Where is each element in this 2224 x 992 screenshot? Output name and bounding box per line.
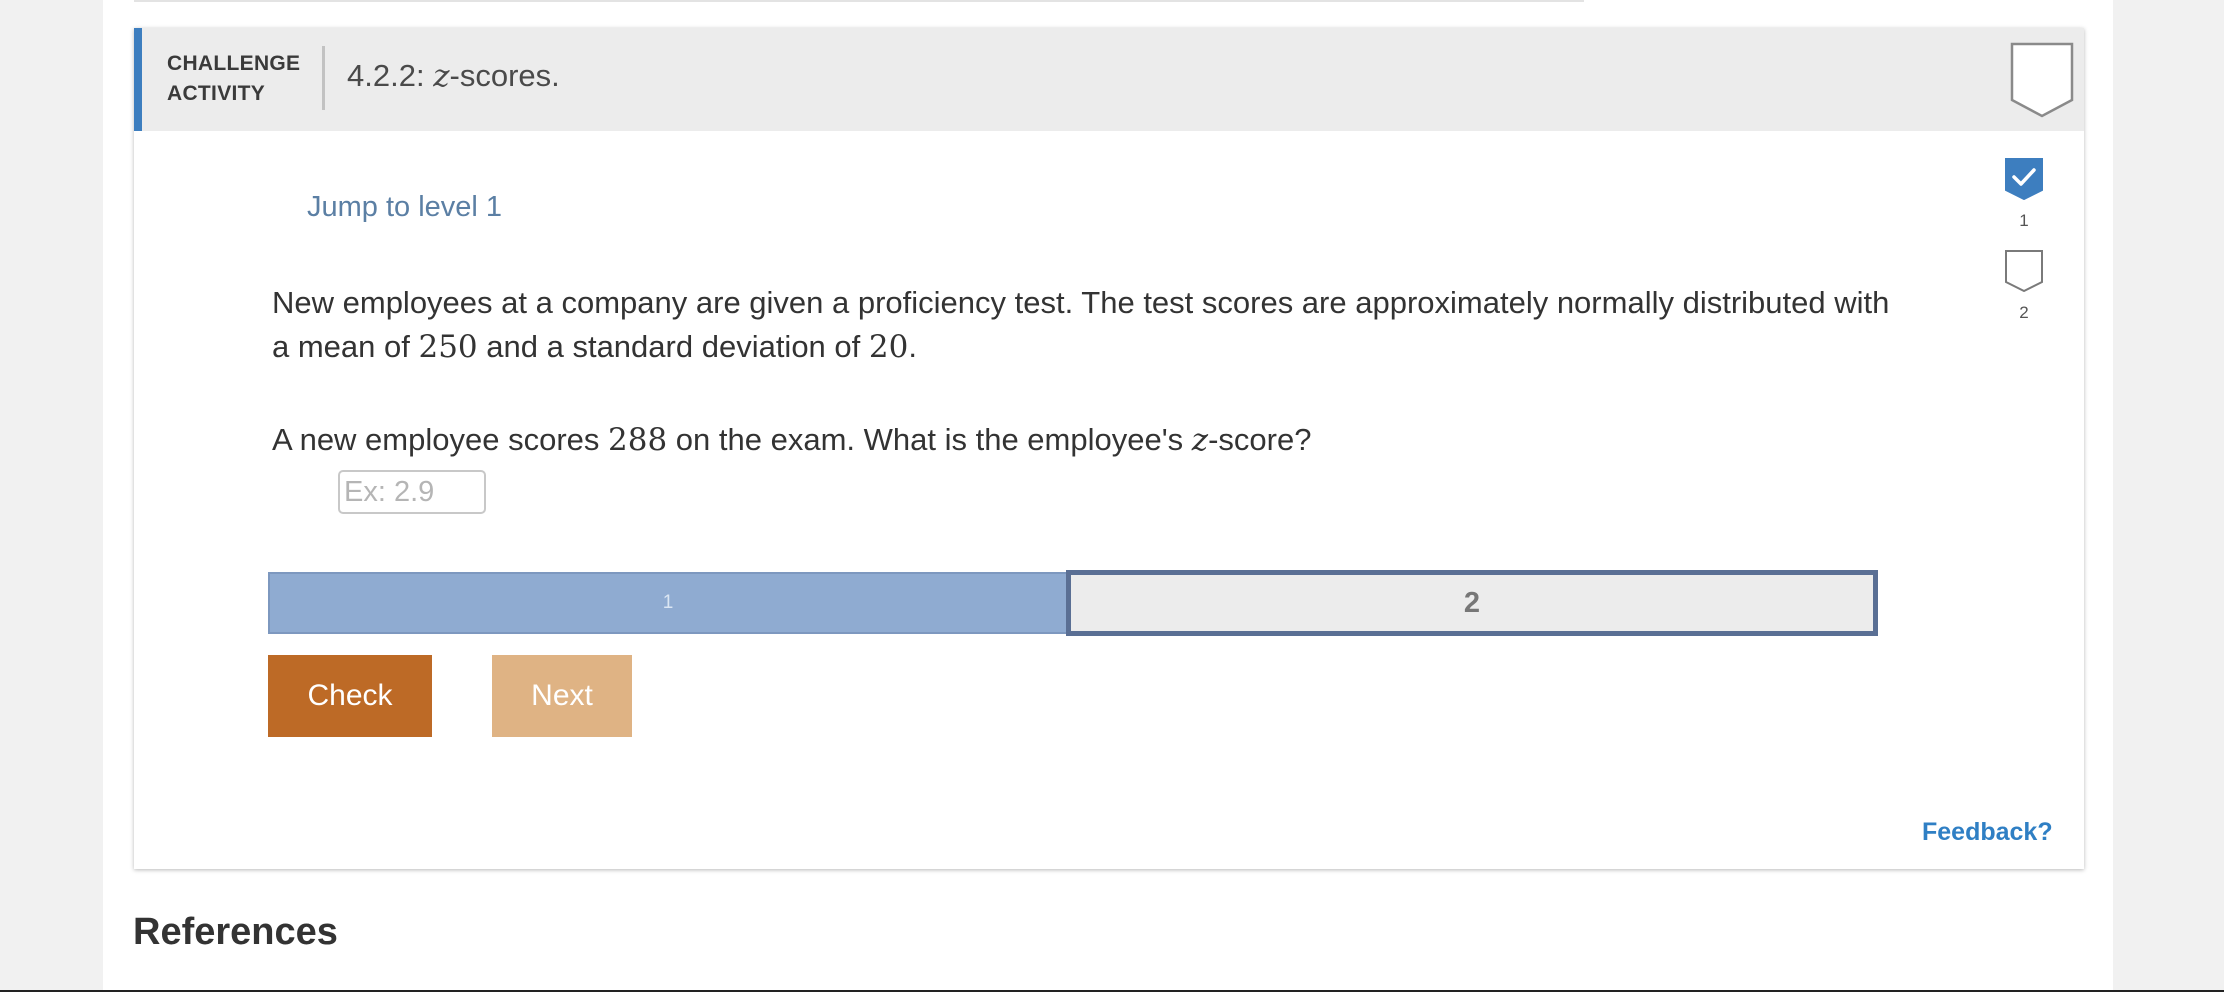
problem-text-2: and a standard deviation of <box>477 329 869 364</box>
activity-title: 4.2.2: z-scores. <box>347 58 560 94</box>
activity-type-line1: CHALLENGE <box>167 52 301 75</box>
problem-text-3: . <box>908 329 917 364</box>
progress-segment-1[interactable]: 1 <box>268 572 1068 634</box>
activity-header: CHALLENGE ACTIVITY 4.2.2: z-scores. <box>134 28 2084 131</box>
question-variable: z <box>1191 422 1209 458</box>
question-score-value: 288 <box>608 422 668 458</box>
jump-to-level-link[interactable]: Jump to level 1 <box>307 191 502 224</box>
activity-completion-badge-icon <box>2010 42 2074 118</box>
question-text-2: on the exam. What is the employee's <box>667 422 1192 457</box>
challenge-activity-card: CHALLENGE ACTIVITY 4.2.2: z-scores. 1 2 … <box>134 28 2084 869</box>
header-divider <box>322 46 325 110</box>
level-2-indicator[interactable]: 2 <box>1994 250 2054 323</box>
feedback-link[interactable]: Feedback? <box>1922 818 2053 847</box>
activity-title-number: 4.2.2: <box>347 58 434 93</box>
activity-type-label: CHALLENGE ACTIVITY <box>167 49 307 109</box>
level-incomplete-icon <box>2005 250 2043 293</box>
level-complete-check-icon <box>2005 158 2043 201</box>
activity-title-variable: z <box>433 58 450 94</box>
progress-segment-2[interactable]: 2 <box>1066 570 1878 636</box>
activity-type-line2: ACTIVITY <box>167 82 266 105</box>
level-2-number: 2 <box>2019 303 2029 322</box>
question-text-1: A new employee scores <box>272 422 609 457</box>
activity-title-text: -scores. <box>449 58 560 93</box>
question-prompt: A new employee scores 288 on the exam. W… <box>272 418 1912 462</box>
problem-statement: New employees at a company are given a p… <box>272 281 1912 369</box>
next-button[interactable]: Next <box>492 655 632 737</box>
problem-sd-value: 20 <box>868 329 909 365</box>
check-button[interactable]: Check <box>268 655 432 737</box>
level-1-indicator[interactable]: 1 <box>1994 158 2054 231</box>
problem-mean-value: 250 <box>418 329 478 365</box>
previous-section-edge <box>134 0 1584 2</box>
answer-input[interactable] <box>338 470 486 514</box>
question-text-3: -score? <box>1208 422 1312 457</box>
level-progress-bar: 1 2 <box>268 570 1878 636</box>
references-heading: References <box>133 911 338 953</box>
level-1-number: 1 <box>2019 211 2029 230</box>
